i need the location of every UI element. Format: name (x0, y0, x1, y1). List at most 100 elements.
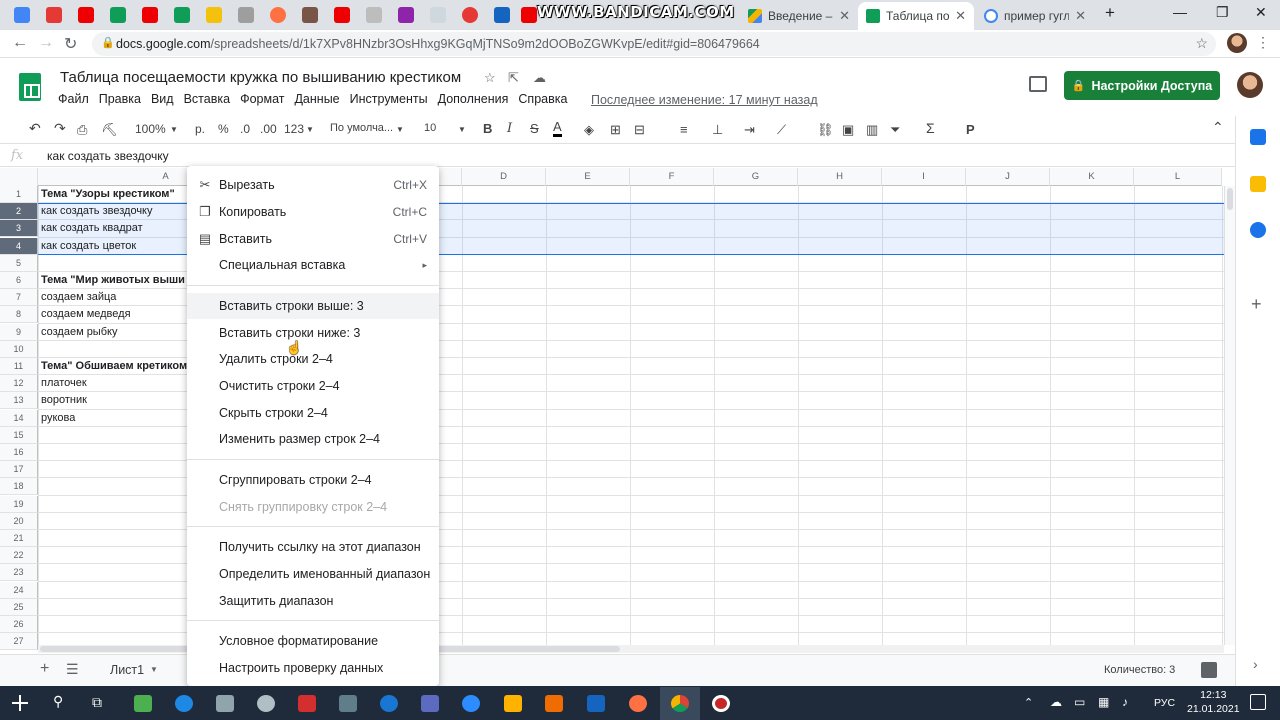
row-header[interactable]: 7 (0, 289, 38, 307)
currency-format-button[interactable]: р. (195, 122, 205, 136)
row-header[interactable]: 3 (0, 220, 38, 238)
decrease-decimal-button[interactable]: .0 (240, 122, 250, 136)
row-header[interactable]: 20 (0, 512, 38, 530)
menu-item-conditional-formatting[interactable]: Условное форматирование (187, 628, 439, 654)
youtube-icon[interactable] (521, 7, 537, 23)
row-header[interactable]: 14 (0, 409, 38, 427)
browser-tab-active[interactable]: Таблица посе ✕ (858, 2, 974, 30)
menu-edit[interactable]: Правка (99, 92, 141, 106)
column-header-k[interactable]: K (1050, 168, 1134, 186)
selection-count[interactable]: Количество: 3 (1104, 664, 1175, 676)
font-family-select[interactable]: По умолча... (330, 122, 393, 134)
column-header-e[interactable]: E (546, 168, 630, 186)
row-header[interactable]: 25 (0, 598, 38, 616)
close-icon[interactable]: ✕ (839, 8, 850, 24)
cell-a1[interactable]: Тема "Узоры крестиком" (41, 186, 175, 203)
taskbar-app-icon[interactable] (257, 695, 275, 712)
minimize-icon[interactable]: — (1173, 4, 1187, 20)
menu-addons[interactable]: Дополнения (438, 92, 509, 106)
row-header[interactable]: 8 (0, 306, 38, 324)
pinned-tab-icon[interactable] (14, 7, 30, 23)
pinned-tab-icon[interactable] (494, 7, 510, 23)
pinned-tab-icon[interactable] (238, 7, 254, 23)
file-explorer-icon[interactable] (504, 695, 522, 712)
network-icon[interactable]: ▦ (1098, 695, 1109, 709)
cell-a4[interactable]: как создать цветок (41, 238, 136, 255)
taskbar-clock[interactable]: 12:13 21.01.2021 (1187, 688, 1240, 716)
insert-comment-icon[interactable]: ▣ (842, 122, 854, 138)
vertical-scrollbar[interactable] (1224, 186, 1235, 645)
column-header-i[interactable]: I (882, 168, 966, 186)
sheets-icon[interactable] (110, 7, 126, 23)
cell-a13[interactable]: воротник (41, 392, 87, 409)
formula-input[interactable]: как создать звездочку (47, 149, 169, 163)
chrome-icon[interactable] (671, 695, 689, 712)
tray-app-icon[interactable]: ▭ (1074, 695, 1085, 709)
cell-a8[interactable]: создаем медведя (41, 306, 131, 323)
menu-item-get-link[interactable]: Получить ссылку на этот диапазон (187, 534, 439, 560)
new-tab-button[interactable]: + (1105, 3, 1115, 23)
column-header-j[interactable]: J (966, 168, 1050, 186)
share-button[interactable]: 🔒 Настройки Доступа (1064, 71, 1220, 100)
row-header[interactable]: 18 (0, 478, 38, 496)
document-title[interactable]: Таблица посещаемости кружка по вышиванию… (60, 69, 461, 86)
column-header-f[interactable]: F (630, 168, 714, 186)
print-icon[interactable]: ⎙ (77, 122, 87, 138)
address-bar[interactable]: 🔒 docs.google.com/spreadsheets/d/1k7XPv8… (92, 32, 1216, 56)
bandicam-record-icon[interactable] (712, 695, 730, 712)
sheets-logo-icon[interactable] (19, 73, 41, 101)
column-header-h[interactable]: H (798, 168, 882, 186)
row-header[interactable]: 23 (0, 564, 38, 582)
column-header-d[interactable]: D (462, 168, 546, 186)
tray-chevron-icon[interactable]: ⌃ (1024, 696, 1033, 709)
language-indicator[interactable]: РУС (1154, 697, 1175, 709)
menu-item-group-rows[interactable]: Сгруппировать строки 2–4 (187, 467, 439, 493)
menu-file[interactable]: Файл (58, 92, 89, 106)
align-vertical-icon[interactable]: ⊥ (712, 122, 723, 138)
explore-icon[interactable] (1201, 662, 1217, 678)
input-tools-icon[interactable]: Р (966, 122, 975, 137)
pinned-tab-icon[interactable] (302, 7, 318, 23)
row-header[interactable]: 16 (0, 444, 38, 461)
calendar-icon[interactable] (1250, 129, 1266, 145)
cell-a2[interactable]: как создать звездочку (41, 203, 152, 220)
expand-panel-icon[interactable]: › (1253, 656, 1258, 672)
menu-item-copy[interactable]: ❐ Копировать Ctrl+C (187, 199, 439, 225)
borders-icon[interactable]: ⊞ (610, 122, 621, 138)
windows-start-icon[interactable] (12, 695, 28, 711)
row-header[interactable]: 4 (0, 237, 38, 255)
paint-format-icon[interactable]: ⛏ (101, 122, 118, 138)
menu-item-resize-rows[interactable]: Изменить размер строк 2–4 (187, 426, 439, 452)
menu-view[interactable]: Вид (151, 92, 174, 106)
text-rotate-icon[interactable]: ⟋ (777, 122, 786, 138)
strikethrough-button[interactable]: S (530, 121, 539, 136)
menu-item-data-validation[interactable]: Настроить проверку данных (187, 655, 439, 681)
youtube-icon[interactable] (334, 7, 350, 23)
cell-a7[interactable]: создаем зайца (41, 289, 116, 306)
cell-a14[interactable]: рукова (41, 410, 75, 427)
last-edit-link[interactable]: Последнее изменение: 17 минут назад (591, 93, 818, 107)
maximize-icon[interactable]: ❐ (1216, 4, 1229, 21)
row-header[interactable]: 1 (0, 186, 38, 203)
pinned-tab-icon[interactable] (398, 7, 414, 23)
menu-insert[interactable]: Вставка (184, 92, 230, 106)
move-folder-icon[interactable]: ⇱ (508, 70, 519, 86)
window-close-icon[interactable]: ✕ (1255, 4, 1267, 21)
menu-item-named-range[interactable]: Определить именованный диапазон (187, 561, 439, 587)
menu-item-insert-rows-above[interactable]: Вставить строки выше: 3 (187, 293, 439, 319)
youtube-icon[interactable] (78, 7, 94, 23)
skype-business-icon[interactable] (587, 695, 605, 712)
pinned-tab-icon[interactable] (462, 7, 478, 23)
browser-tab[interactable]: Введение – Go ✕ (740, 2, 858, 30)
align-horizontal-icon[interactable]: ≡ (680, 122, 688, 137)
comments-icon[interactable] (1029, 76, 1047, 92)
insert-link-icon[interactable]: ⛓ (817, 122, 834, 138)
forward-icon[interactable]: → (38, 34, 54, 52)
all-sheets-icon[interactable]: ☰ (66, 661, 79, 678)
teams-icon[interactable] (421, 695, 439, 712)
row-header[interactable]: 13 (0, 392, 38, 410)
menu-tools[interactable]: Инструменты (350, 92, 428, 106)
back-icon[interactable]: ← (12, 34, 28, 52)
taskbar-app-icon[interactable] (175, 695, 193, 712)
row-header[interactable]: 9 (0, 323, 38, 341)
